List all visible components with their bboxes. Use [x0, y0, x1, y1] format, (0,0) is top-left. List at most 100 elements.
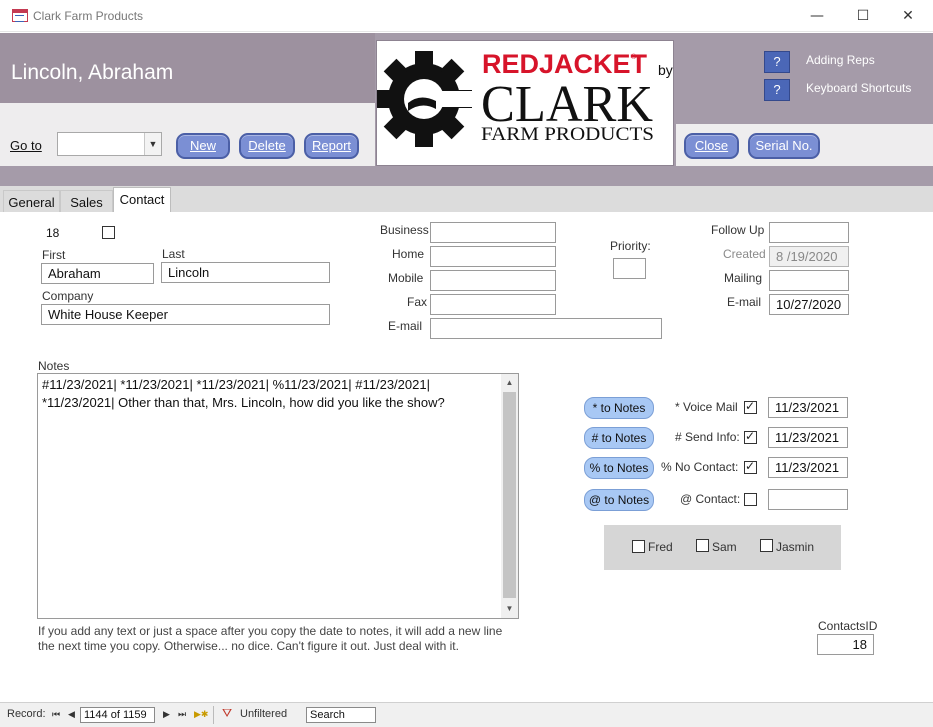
status-divider — [213, 706, 214, 724]
record-label: Record: — [7, 708, 46, 720]
header-bottom-band — [0, 166, 933, 186]
follow-up-label: Follow Up — [711, 223, 765, 237]
fred-checkbox[interactable] — [632, 540, 645, 553]
last-name-field[interactable]: Lincoln — [161, 262, 330, 283]
notes-label: Notes — [38, 359, 70, 373]
no-contact-date[interactable]: 11/23/2021 — [768, 457, 848, 478]
created-label: Created — [723, 247, 766, 261]
maximize-icon[interactable]: ☐ — [840, 0, 886, 32]
no-contact-to-notes-button[interactable]: % to Notes — [584, 457, 654, 479]
no-contact-checkbox[interactable] — [744, 459, 757, 474]
adding-reps-help-button[interactable]: ? — [764, 51, 790, 73]
voice-mail-to-notes-button[interactable]: * to Notes — [584, 397, 654, 419]
business-phone-field[interactable] — [430, 222, 556, 243]
filter-icon[interactable]: ⛛ — [222, 706, 232, 721]
voice-mail-checkbox[interactable] — [744, 399, 757, 414]
email-field[interactable] — [430, 318, 662, 339]
sam-label: Sam — [712, 540, 737, 554]
sam-checkbox[interactable] — [696, 539, 709, 552]
fax-field[interactable] — [430, 294, 556, 315]
send-info-label: # Send Info: — [675, 430, 740, 444]
tab-contact[interactable]: Contact — [113, 187, 171, 213]
created-field: 8 /19/2020 — [769, 246, 849, 267]
send-info-to-notes-button[interactable]: # to Notes — [584, 427, 654, 449]
logo-by: by — [658, 62, 673, 78]
delete-button-label: Delete — [248, 138, 286, 153]
reps-box: Fred Sam Jasmin — [604, 525, 841, 570]
logo-registered: ® — [631, 53, 637, 61]
voice-mail-label: * Voice Mail — [675, 400, 738, 414]
scroll-thumb[interactable] — [503, 392, 516, 598]
logo-subtitle: FARM PRODUCTS — [481, 124, 654, 145]
priority-label: Priority: — [610, 239, 651, 253]
window-title: Clark Farm Products — [33, 9, 144, 23]
notes-textarea[interactable]: #11/23/2021| *11/23/2021| *11/23/2021| %… — [37, 373, 519, 619]
email-date-label: E-mail — [727, 295, 762, 309]
at-contact-date[interactable] — [768, 489, 848, 510]
goto-combobox[interactable]: ▼ — [57, 132, 162, 156]
priority-field[interactable] — [613, 258, 646, 279]
goto-label: Go to — [10, 138, 42, 153]
contact-checkbox[interactable] — [102, 226, 115, 239]
notes-scrollbar[interactable]: ▲ ▼ — [501, 374, 518, 618]
next-record-icon[interactable]: ▶ — [163, 709, 170, 720]
tab-sales[interactable]: Sales — [60, 190, 113, 212]
no-contact-label: % No Contact: — [661, 460, 739, 474]
close-button-label: Close — [694, 138, 729, 153]
first-name-field[interactable]: Abraham — [41, 263, 154, 284]
contact-to-notes-button[interactable]: @ to Notes — [584, 489, 654, 511]
serial-no-button[interactable]: Serial No. — [748, 133, 820, 159]
home-phone-field[interactable] — [430, 246, 556, 267]
jasmin-label: Jasmin — [776, 540, 815, 554]
record-name-title: Lincoln, Abraham — [11, 61, 174, 84]
contacts-id-field[interactable]: 18 — [817, 634, 874, 655]
last-record-icon[interactable]: ⏭ — [178, 709, 186, 720]
new-record-icon[interactable]: ▶✱ — [194, 709, 208, 720]
chevron-down-icon[interactable]: ▼ — [144, 133, 161, 155]
company-field[interactable]: White House Keeper — [41, 304, 330, 325]
mailing-field[interactable] — [769, 270, 849, 291]
first-record-icon[interactable]: ⏮ — [52, 709, 60, 720]
voice-mail-date[interactable]: 11/23/2021 — [768, 397, 848, 418]
mobile-label: Mobile — [388, 271, 424, 285]
send-info-date[interactable]: 11/23/2021 — [768, 427, 848, 448]
contact-number: 18 — [46, 226, 60, 240]
follow-up-field[interactable] — [769, 222, 849, 243]
send-info-checkbox[interactable] — [744, 429, 757, 444]
close-window-icon[interactable]: ✕ — [885, 0, 931, 32]
new-button[interactable]: New — [176, 133, 230, 159]
last-name-label: Last — [162, 247, 185, 261]
mailing-label: Mailing — [724, 271, 763, 285]
first-name-label: First — [42, 248, 66, 262]
record-position-field[interactable]: 1144 of 1159 — [80, 707, 155, 723]
notes-hint: If you add any text or just a space afte… — [38, 624, 503, 653]
fred-label: Fred — [648, 540, 673, 554]
contacts-id-label: ContactsID — [818, 619, 878, 633]
email-date-field[interactable]: 10/27/2020 — [769, 294, 849, 315]
business-label: Business — [380, 223, 429, 237]
goto-label-text: Go to — [10, 138, 42, 153]
company-label: Company — [42, 289, 94, 303]
close-button[interactable]: Close — [684, 133, 739, 159]
app-form-icon — [12, 9, 28, 22]
tab-general[interactable]: General — [3, 190, 60, 212]
jasmin-checkbox[interactable] — [760, 539, 773, 552]
mobile-phone-field[interactable] — [430, 270, 556, 291]
at-contact-label: @ Contact: — [680, 492, 741, 506]
minimize-icon[interactable]: — — [794, 0, 840, 32]
previous-record-icon[interactable]: ◀ — [68, 709, 75, 720]
keyboard-shortcuts-label[interactable]: Keyboard Shortcuts — [806, 81, 911, 95]
report-button-label: Report — [311, 138, 352, 153]
report-button[interactable]: Report — [304, 133, 359, 159]
scroll-down-icon[interactable]: ▼ — [501, 601, 518, 617]
adding-reps-label[interactable]: Adding Reps — [806, 53, 875, 67]
filter-status[interactable]: Unfiltered — [240, 708, 287, 720]
at-contact-checkbox[interactable] — [744, 493, 757, 506]
scroll-up-icon[interactable]: ▲ — [501, 375, 518, 391]
search-box[interactable]: Search — [306, 707, 376, 723]
record-navigation-bar: Record: ⏮ ◀ 1144 of 1159 ▶ ⏭ ▶✱ ⛛ Unfilt… — [0, 702, 933, 727]
email-label: E-mail — [388, 319, 423, 333]
delete-button[interactable]: Delete — [239, 133, 295, 159]
home-label: Home — [392, 247, 425, 261]
keyboard-shortcuts-help-button[interactable]: ? — [764, 79, 790, 101]
